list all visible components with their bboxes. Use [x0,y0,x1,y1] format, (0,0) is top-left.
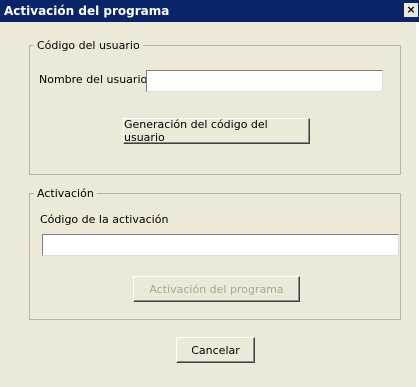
close-button[interactable]: × [404,3,418,17]
activate-program-button-label: Activación del programa [149,282,284,296]
activation-code-input[interactable] [42,234,399,256]
username-input[interactable] [146,70,383,92]
user-code-group: Código del usuario [29,39,401,175]
generate-user-code-button[interactable]: Generación del código del usuario [123,118,310,144]
cancel-button-label: Cancelar [191,343,240,357]
window-title: Activación del programa [4,4,170,18]
activation-legend: Activación [37,187,94,200]
title-bar[interactable]: Activación del programa × [0,0,419,22]
activate-program-button[interactable]: Activación del programa [133,276,300,302]
activation-dialog: Activación del programa × Código del usu… [0,0,419,387]
activation-code-label: Código de la activación [40,213,169,226]
username-label: Nombre del usuario [39,73,148,86]
cancel-button[interactable]: Cancelar [176,337,255,363]
generate-user-code-button-label: Generación del código del usuario [124,118,268,144]
user-code-legend: Código del usuario [37,39,140,52]
close-icon: × [406,3,416,16]
